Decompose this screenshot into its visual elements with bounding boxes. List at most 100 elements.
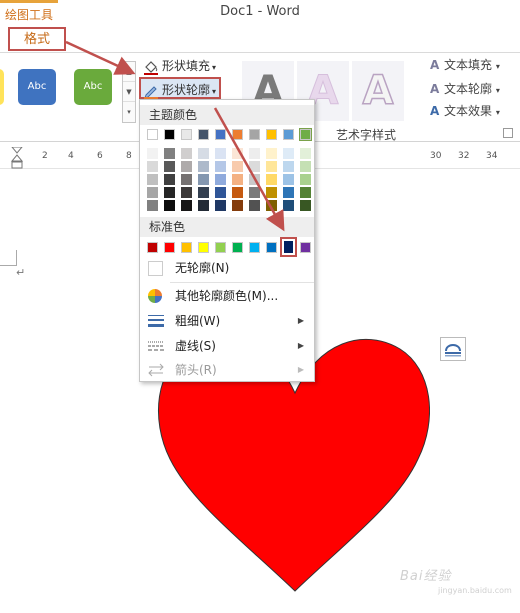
theme-shade-swatch[interactable] [249,161,260,172]
text-fill-label: 文本填充 [444,58,493,72]
standard-color-swatch[interactable] [198,242,209,253]
theme-shade-swatch[interactable] [266,148,277,159]
theme-color-swatch[interactable] [215,129,226,140]
theme-shade-swatch[interactable] [164,148,175,159]
paragraph-mark-icon: ↵ [16,266,26,279]
theme-shade-swatch[interactable] [164,200,175,211]
theme-shade-swatch[interactable] [300,161,311,172]
theme-shade-swatch[interactable] [232,174,243,185]
shape-fill-button[interactable]: 形状填充 ▾ [143,55,216,77]
theme-color-swatch[interactable] [283,129,294,140]
theme-shade-swatch[interactable] [249,187,260,198]
standard-color-swatch[interactable] [249,242,260,253]
theme-shade-swatch[interactable] [215,187,226,198]
theme-shade-swatch[interactable] [181,161,192,172]
standard-color-swatch[interactable] [266,242,277,253]
shape-style-green[interactable]: Abc [74,69,112,105]
style-gallery-scroll[interactable]: ▲ ▼ ▾ [122,61,136,123]
theme-color-swatch[interactable] [198,129,209,140]
no-outline-item[interactable]: 无轮廓(N) [140,256,314,280]
dashes-item[interactable]: 虚线(S) ▶ [140,334,314,358]
theme-shade-swatch[interactable] [266,187,277,198]
shape-style-yellow[interactable] [0,69,4,105]
shape-style-blue[interactable]: Abc [18,69,56,105]
theme-shade-swatch[interactable] [147,174,158,185]
chevron-up-icon[interactable]: ▲ [123,62,135,82]
theme-shade-swatch[interactable] [249,174,260,185]
theme-shade-swatch[interactable] [198,200,209,211]
more-outline-colors-item[interactable]: 其他轮廓颜色(M)... [140,284,314,308]
standard-color-swatch[interactable] [181,242,192,253]
gallery-more-icon[interactable]: ▾ [123,102,135,122]
theme-shade-swatch[interactable] [283,187,294,198]
standard-color-swatch[interactable] [300,242,311,253]
text-outline-button[interactable]: A 文本轮廓 ▾ [430,79,500,99]
theme-shade-swatch[interactable] [249,200,260,211]
shape-outline-button[interactable]: 形状轮廓 ▾ [139,77,222,99]
standard-color-swatch[interactable] [164,242,175,253]
theme-color-swatch[interactable] [299,128,312,141]
theme-shade-swatch[interactable] [283,200,294,211]
theme-shade-swatch[interactable] [215,148,226,159]
dropdown-arrow-icon: ▾ [495,62,500,71]
text-fill-icon: A [430,58,440,72]
theme-shade-swatch[interactable] [198,161,209,172]
theme-shade-swatch[interactable] [266,200,277,211]
theme-shade-swatch[interactable] [300,174,311,185]
theme-shade-swatch[interactable] [147,161,158,172]
standard-color-swatch[interactable] [147,242,158,253]
theme-shade-swatch[interactable] [181,174,192,185]
theme-colors-header: 主题颜色 [140,105,314,125]
theme-color-swatch[interactable] [249,129,260,140]
text-fill-button[interactable]: A 文本填充 ▾ [430,55,500,75]
watermark-url: jingyan.baidu.com [438,586,512,595]
theme-shade-swatch[interactable] [198,174,209,185]
theme-shade-swatch[interactable] [300,200,311,211]
theme-color-swatch[interactable] [232,129,243,140]
tab-format[interactable]: 格式 [8,27,66,51]
theme-shade-swatch[interactable] [215,200,226,211]
theme-shade-swatch[interactable] [181,187,192,198]
theme-shade-swatch[interactable] [283,161,294,172]
standard-color-swatch[interactable] [232,242,243,253]
theme-shade-swatch[interactable] [215,161,226,172]
theme-shade-swatch[interactable] [300,187,311,198]
ruler-tick: 34 [486,151,498,161]
chevron-down-icon[interactable]: ▼ [123,82,135,102]
dropdown-arrow-icon: ▾ [212,87,217,96]
theme-shade-swatch[interactable] [164,174,175,185]
theme-shade-swatch[interactable] [164,161,175,172]
theme-shade-swatch[interactable] [147,148,158,159]
theme-shade-swatch[interactable] [266,161,277,172]
theme-shade-swatch[interactable] [232,148,243,159]
theme-color-swatch[interactable] [164,129,175,140]
wordart-style-3[interactable]: A [352,61,404,121]
dialog-launcher-icon[interactable] [503,128,513,138]
theme-shade-swatch[interactable] [198,148,209,159]
standard-color-swatch[interactable] [215,242,226,253]
theme-shade-swatch[interactable] [300,148,311,159]
text-effects-button[interactable]: A 文本效果 ▾ [430,101,500,121]
theme-shade-swatch[interactable] [232,161,243,172]
theme-shade-swatch[interactable] [164,187,175,198]
theme-shade-swatch[interactable] [147,187,158,198]
text-outline-label: 文本轮廓 [444,82,493,96]
layout-options-icon[interactable] [440,337,466,361]
theme-shade-swatch[interactable] [232,187,243,198]
theme-shade-swatch[interactable] [232,200,243,211]
theme-shade-swatch[interactable] [215,174,226,185]
theme-color-swatch[interactable] [147,129,158,140]
theme-shade-swatch[interactable] [283,148,294,159]
theme-shade-swatch[interactable] [283,174,294,185]
theme-shade-swatch[interactable] [266,174,277,185]
theme-shade-swatch[interactable] [249,148,260,159]
weight-item[interactable]: 粗细(W) ▶ [140,309,314,333]
theme-shade-swatch[interactable] [181,148,192,159]
more-outline-colors-label: 其他轮廓颜色(M)... [175,289,279,303]
standard-color-swatch[interactable] [280,237,297,257]
theme-color-swatch[interactable] [266,129,277,140]
theme-color-swatch[interactable] [181,129,192,140]
theme-shade-swatch[interactable] [181,200,192,211]
theme-shade-swatch[interactable] [198,187,209,198]
theme-shade-swatch[interactable] [147,200,158,211]
